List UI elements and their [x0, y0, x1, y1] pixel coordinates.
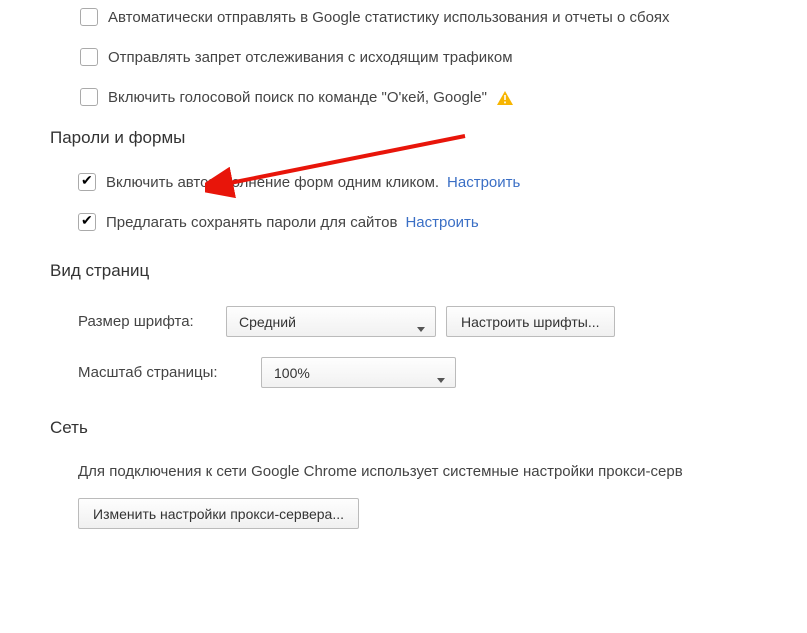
dnt-checkbox[interactable] [80, 48, 98, 66]
appearance-section-title: Вид страниц [50, 261, 807, 281]
save-passwords-label: Предлагать сохранять пароли для сайтов [106, 214, 397, 231]
font-size-value: Средний [239, 314, 296, 330]
stats-checkbox[interactable] [80, 8, 98, 26]
autofill-configure-link[interactable]: Настроить [447, 174, 520, 191]
proxy-settings-button[interactable]: Изменить настройки прокси-сервера... [78, 498, 359, 529]
font-size-dropdown[interactable]: Средний [226, 306, 436, 337]
chevron-down-icon [417, 319, 425, 335]
page-zoom-value: 100% [274, 365, 310, 381]
stats-label: Автоматически отправлять в Google статис… [108, 9, 670, 26]
network-section-title: Сеть [50, 418, 807, 438]
save-passwords-configure-link[interactable]: Настроить [405, 214, 478, 231]
customize-fonts-label: Настроить шрифты... [461, 314, 600, 330]
network-description: Для подключения к сети Google Chrome исп… [50, 463, 807, 480]
page-zoom-label: Масштаб страницы: [78, 364, 243, 381]
autofill-label: Включить автозаполнение форм одним клико… [106, 174, 439, 191]
save-passwords-checkbox[interactable] [78, 213, 96, 231]
dnt-label: Отправлять запрет отслеживания с исходящ… [108, 49, 513, 66]
voice-search-label: Включить голосовой поиск по команде "О'к… [108, 89, 487, 106]
warning-icon [497, 89, 513, 106]
customize-fonts-button[interactable]: Настроить шрифты... [446, 306, 615, 337]
voice-search-checkbox[interactable] [80, 88, 98, 106]
passwords-section-title: Пароли и формы [50, 128, 807, 148]
autofill-checkbox[interactable] [78, 173, 96, 191]
proxy-settings-label: Изменить настройки прокси-сервера... [93, 506, 344, 522]
page-zoom-dropdown[interactable]: 100% [261, 357, 456, 388]
font-size-label: Размер шрифта: [78, 313, 208, 330]
chevron-down-icon [437, 370, 445, 386]
